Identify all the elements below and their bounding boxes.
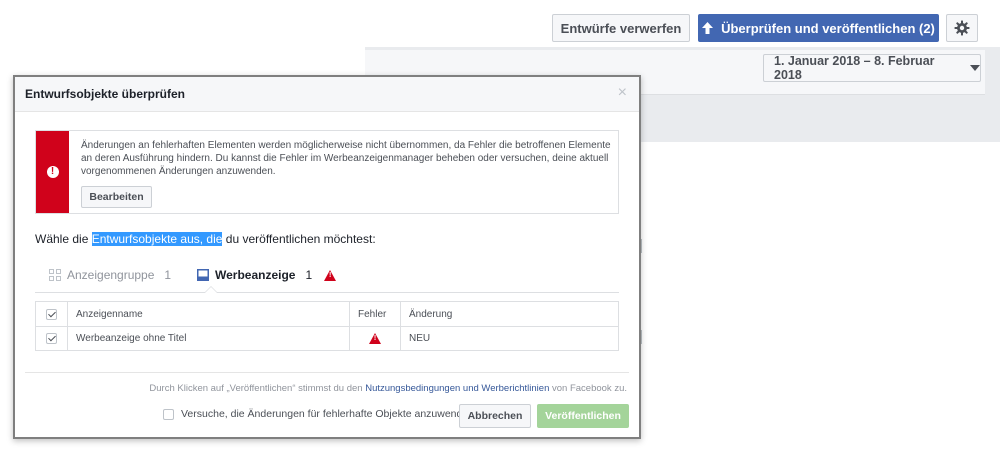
- row-checkbox[interactable]: [46, 332, 57, 344]
- arrow-up-icon: [702, 22, 714, 34]
- terms-notice: Durch Klicken auf „Veröffentlichen“ stim…: [149, 383, 627, 394]
- dialog-header: Entwurfsobjekte überprüfen ×: [15, 77, 639, 112]
- terms-link[interactable]: Nutzungsbedingungen und Werberichtlinien: [365, 383, 549, 394]
- choose-text-before: Wähle die: [35, 232, 92, 246]
- change-cell: NEU: [409, 332, 431, 344]
- error-alert: ! Änderungen an fehlerhaften Elementen w…: [35, 130, 619, 214]
- review-publish-button[interactable]: Überprüfen und veröffentlichen (2): [698, 14, 939, 42]
- column-header-name[interactable]: Anzeigenname: [68, 302, 350, 326]
- grid-icon: [49, 269, 61, 281]
- apply-changes-label[interactable]: Versuche, die Änderungen für fehlerhafte…: [181, 408, 474, 420]
- warning-icon[interactable]: [369, 332, 381, 344]
- column-header-error[interactable]: Fehler: [350, 302, 401, 326]
- cancel-button[interactable]: Abbrechen: [459, 404, 531, 428]
- active-tab-pointer: [204, 286, 218, 293]
- edit-button[interactable]: Bearbeiten: [81, 186, 152, 208]
- terms-suffix: von Facebook zu.: [549, 383, 627, 394]
- object-tabs: Anzeigengruppe 1 Werbeanzeige 1: [35, 258, 619, 293]
- dialog-title: Entwurfsobjekte überprüfen: [25, 87, 186, 101]
- ad-icon: [197, 269, 209, 281]
- date-range-value: 1. Januar 2018 – 8. Februar 2018: [774, 54, 935, 82]
- exclamation-icon: !: [46, 166, 59, 178]
- drafts-table: Anzeigenname Fehler Änderung Werbeanzeig…: [35, 301, 619, 351]
- error-cell: [350, 326, 401, 350]
- warning-icon: [324, 269, 337, 281]
- settings-button[interactable]: [946, 14, 978, 42]
- alert-message: Änderungen an fehlerhaften Elementen wer…: [81, 140, 611, 177]
- tab-ad-label: Werbeanzeige: [215, 268, 296, 282]
- select-all-checkbox[interactable]: [46, 308, 57, 320]
- publish-button[interactable]: Veröffentlichen: [537, 404, 629, 428]
- terms-prefix: Durch Klicken auf „Veröffentlichen“ stim…: [149, 383, 366, 394]
- apply-changes-checkbox[interactable]: [163, 408, 174, 420]
- review-publish-label: Überprüfen und veröffentlichen (2): [721, 20, 935, 36]
- tab-ad-set-count: 1: [164, 268, 172, 282]
- close-icon[interactable]: ×: [618, 84, 627, 102]
- gear-icon: [954, 20, 970, 36]
- apply-changes-option: Versuche, die Änderungen für fehlerhafte…: [163, 408, 474, 420]
- select-all-cell: [36, 302, 68, 326]
- alert-bar: !: [36, 131, 69, 213]
- review-drafts-dialog: Entwurfsobjekte überprüfen × ! Änderunge…: [13, 75, 641, 439]
- footer-divider: [25, 372, 629, 373]
- choose-text-highlight: Entwurfsobjekte aus, die: [91, 232, 223, 246]
- tab-ad-set-label: Anzeigengruppe: [67, 268, 155, 282]
- tab-ad-set[interactable]: Anzeigengruppe 1: [49, 258, 171, 292]
- ad-name-cell: Werbeanzeige ohne Titel: [68, 326, 350, 350]
- choose-instruction: Wähle die Entwurfsobjekte aus, die du ve…: [35, 232, 376, 246]
- caret-down-icon: [970, 65, 980, 71]
- choose-text-after: du veröffentlichen möchtest:: [222, 232, 376, 246]
- table-header-row: Anzeigenname Fehler Änderung: [36, 302, 618, 327]
- date-range-select[interactable]: 1. Januar 2018 – 8. Februar 2018: [763, 54, 981, 82]
- tab-ad-count: 1: [305, 268, 313, 282]
- discard-drafts-button[interactable]: Entwürfe verwerfen: [552, 14, 690, 42]
- row-select-cell: [36, 326, 68, 350]
- table-row: Werbeanzeige ohne Titel NEU: [36, 326, 618, 350]
- column-header-change[interactable]: Änderung: [401, 302, 618, 326]
